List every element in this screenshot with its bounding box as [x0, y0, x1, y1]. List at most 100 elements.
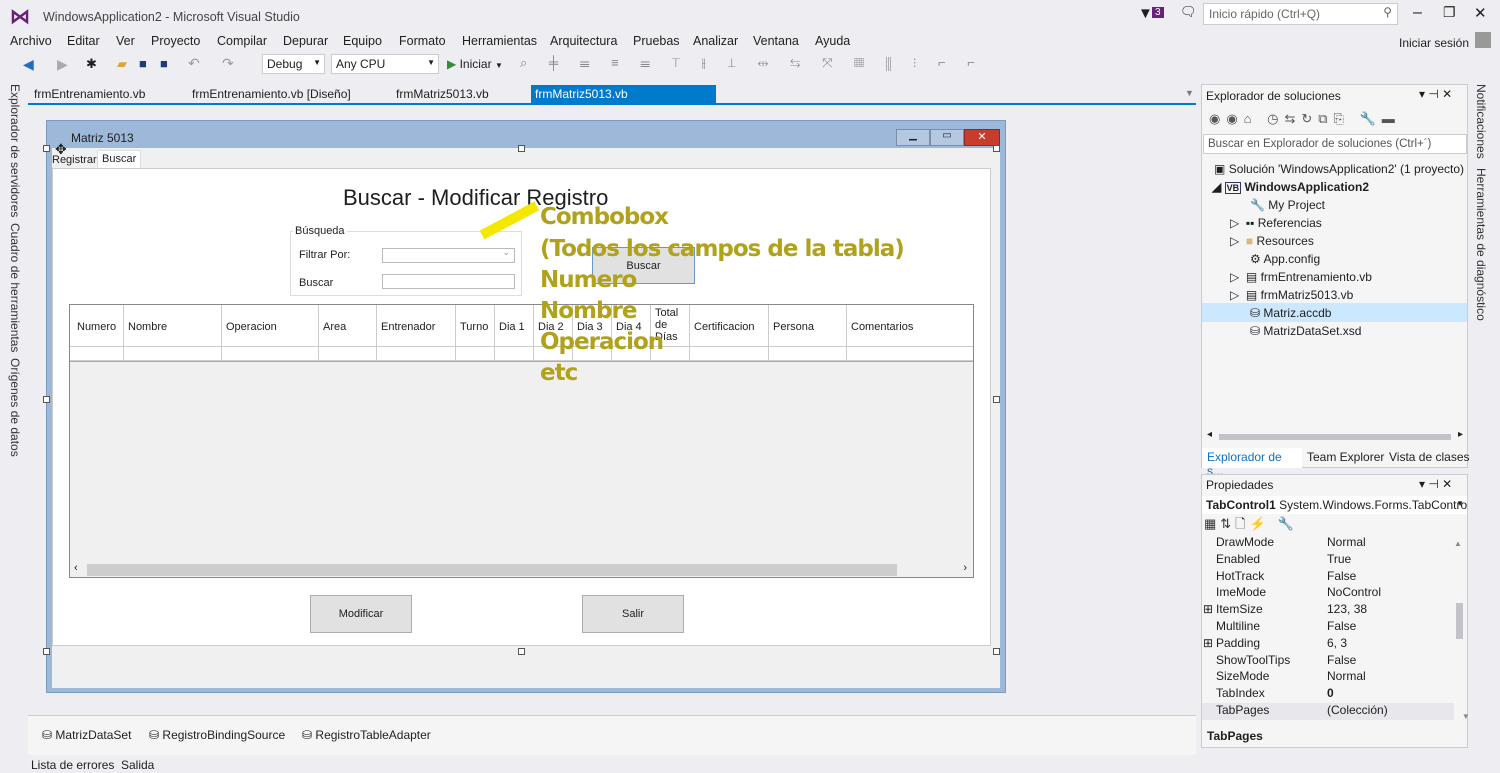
rail-tab-diagnostics[interactable]: Herramientas de diagnóstico — [1474, 168, 1488, 321]
panel-controls-icon[interactable]: ▾ ⊣ ✕ — [1419, 87, 1452, 101]
menu-compilar[interactable]: Compilar — [217, 34, 267, 48]
tree-item-matriz-accdb[interactable]: ⛁ Matriz.accdb — [1202, 303, 1467, 322]
sign-in-link[interactable]: Iniciar sesión — [1399, 36, 1469, 50]
form-minimize-icon[interactable]: ▁ — [896, 129, 930, 146]
tree-item-appconfig[interactable]: ⚙ App.config — [1250, 252, 1320, 270]
tab-solution-explorer[interactable]: Explorador de s... — [1202, 448, 1302, 478]
property-row[interactable]: TabIndex 0 — [1202, 686, 1454, 703]
property-value[interactable]: False — [1327, 619, 1356, 633]
rail-tab-notifications[interactable]: Notificaciones — [1474, 84, 1488, 159]
properties-scrollbar[interactable]: ▲ ▼ — [1454, 535, 1470, 721]
tab-frmmatriz-code[interactable]: frmMatriz5013.vb — [392, 85, 493, 104]
menu-analizar[interactable]: Analizar — [693, 34, 738, 48]
layout-toolbar-icons[interactable]: ⌕ ╪ ☰ ≡ ☰ ⊤ ⫲ ⊥ ⇹ ⇆ ⤧ ▦ ⫼ ⫶ ⌐ ⌐ — [520, 55, 984, 71]
tab-team-explorer[interactable]: Team Explorer — [1307, 450, 1384, 464]
tab-frmmatriz-design[interactable]: frmMatriz5013.vb [Diseño]⊣✕ — [531, 85, 716, 115]
property-row[interactable]: Enabled True — [1202, 552, 1454, 569]
property-row[interactable]: TabPages (Colección) — [1202, 703, 1454, 720]
redo-icon[interactable]: ↷ — [222, 55, 234, 72]
collapsed-arrow-icon[interactable]: ▷ — [1230, 234, 1239, 248]
expand-icon[interactable]: ⊞ — [1203, 602, 1213, 616]
scroll-down-icon[interactable]: ▼ — [1462, 712, 1470, 721]
tree-item-dataset-xsd[interactable]: ⛁ MatrizDataSet.xsd — [1250, 324, 1361, 342]
back-icon[interactable]: ◀ — [23, 56, 34, 73]
menu-herramientas[interactable]: Herramientas — [462, 34, 537, 48]
property-value[interactable]: 6, 3 — [1327, 636, 1347, 650]
menu-equipo[interactable]: Equipo — [343, 34, 382, 48]
resize-handle[interactable] — [518, 145, 525, 152]
scroll-left-icon[interactable]: ◂ — [1207, 429, 1212, 440]
rail-tab-datasources[interactable]: Orígenes de datos — [8, 358, 22, 457]
property-value[interactable]: True — [1327, 552, 1351, 566]
scroll-thumb[interactable] — [87, 564, 897, 576]
resize-handle[interactable] — [993, 648, 1000, 655]
start-button[interactable]: ▶ Iniciar ▼ — [447, 57, 503, 71]
menu-formato[interactable]: Formato — [399, 34, 446, 48]
grid-column-header[interactable]: Entrenador — [377, 305, 456, 361]
property-row[interactable]: DrawMode Normal — [1202, 535, 1454, 552]
solution-toolbar-icons[interactable]: ◉◉⌂ ◷⇆↻⧉⎘ 🔧▬ — [1209, 111, 1401, 127]
grid-column-header[interactable]: Turno — [456, 305, 495, 361]
menu-proyecto[interactable]: Proyecto — [151, 34, 200, 48]
tray-item-tableadapter[interactable]: ⛁ RegistroTableAdapter — [302, 728, 431, 742]
form-close-icon[interactable]: ✕ — [964, 129, 1000, 146]
property-row[interactable]: ShowToolTips False — [1202, 653, 1454, 670]
grid-column-header[interactable]: Nombre — [124, 305, 222, 361]
scroll-left-icon[interactable]: ‹ — [74, 562, 78, 574]
status-output-tab[interactable]: Salida — [121, 758, 154, 772]
tab-overflow-icon[interactable]: ▼ — [1185, 88, 1194, 98]
scroll-right-icon[interactable]: ▸ — [1458, 429, 1463, 440]
grid-column-header[interactable]: Dia 1 — [495, 305, 534, 361]
rail-tab-toolbox[interactable]: Cuadro de herramientas — [8, 223, 22, 352]
account-avatar[interactable] — [1475, 32, 1491, 48]
configuration-select[interactable]: Debug ▼ — [262, 54, 325, 74]
grid-column-header[interactable]: Comentarios — [847, 305, 973, 361]
expand-icon[interactable]: ⊞ — [1203, 636, 1213, 650]
grid-column-header[interactable]: Numero — [73, 305, 124, 361]
property-row[interactable]: SizeMode Normal — [1202, 669, 1454, 686]
properties-toolbar-icons[interactable]: ▦⇅🗋⚡ 🔧 — [1204, 515, 1298, 537]
resize-handle[interactable] — [993, 396, 1000, 403]
tab-class-view[interactable]: Vista de clases — [1389, 450, 1470, 464]
tree-item-solution[interactable]: ▣ Solución 'WindowsApplication2' (1 proy… — [1214, 162, 1464, 180]
resize-handle[interactable] — [43, 396, 50, 403]
property-value[interactable]: False — [1327, 569, 1356, 583]
menu-ver[interactable]: Ver — [116, 34, 135, 48]
tray-item-dataset[interactable]: ⛁ MatrizDataSet — [42, 728, 131, 742]
rail-tab-servers[interactable]: Explorador de servidores — [8, 84, 22, 217]
property-value[interactable]: Normal — [1327, 669, 1366, 683]
menu-editar[interactable]: Editar — [67, 34, 100, 48]
tree-item-references[interactable]: ▷ ▪▪ Referencias — [1230, 216, 1322, 234]
object-selector[interactable]: TabControl1 System.Windows.Forms.TabCont… — [1202, 496, 1467, 514]
scroll-thumb[interactable] — [1456, 603, 1463, 639]
menu-ventana[interactable]: Ventana — [753, 34, 799, 48]
scroll-thumb[interactable] — [1219, 434, 1451, 440]
tree-item-project[interactable]: ◢ VB WindowsApplication2 — [1212, 180, 1369, 198]
property-value[interactable]: 0 — [1327, 686, 1334, 700]
property-value[interactable]: 123, 38 — [1327, 602, 1367, 616]
property-row[interactable]: ImeMode NoControl — [1202, 585, 1454, 602]
horizontal-scrollbar[interactable]: ‹ › — [70, 562, 973, 577]
solution-hscrollbar[interactable]: ◂ ▸ — [1205, 429, 1465, 443]
scroll-up-icon[interactable]: ▲ — [1454, 539, 1462, 548]
notification-badge[interactable]: 3 — [1152, 7, 1164, 18]
results-grid[interactable]: Numero Nombre Operacion Area Entrenador Turno… — [69, 304, 974, 578]
property-row[interactable]: Multiline False — [1202, 619, 1454, 636]
resize-handle[interactable] — [518, 648, 525, 655]
platform-select[interactable]: Any CPU ▼ — [331, 54, 439, 74]
exit-button[interactable]: Salir — [582, 595, 684, 633]
resize-handle[interactable] — [43, 648, 50, 655]
collapsed-arrow-icon[interactable]: ▷ — [1230, 288, 1239, 302]
undo-icon[interactable]: ↶ — [188, 55, 200, 72]
expanded-arrow-icon[interactable]: ◢ — [1212, 180, 1221, 194]
move-handle-icon[interactable]: ✥ — [55, 141, 67, 158]
open-icon[interactable]: ▰ — [117, 56, 127, 72]
menu-ayuda[interactable]: Ayuda — [815, 34, 850, 48]
property-row[interactable]: ⊞ ItemSize 123, 38 — [1202, 602, 1454, 619]
tree-item-frmentrenamiento[interactable]: ▷ ▤ frmEntrenamiento.vb — [1230, 270, 1372, 288]
grid-column-header[interactable]: Operacion — [222, 305, 319, 361]
property-value[interactable]: Normal — [1327, 535, 1366, 549]
solution-search-input[interactable]: Buscar en Explorador de soluciones (Ctrl… — [1203, 134, 1467, 154]
property-value[interactable]: NoControl — [1327, 585, 1381, 599]
tree-item-resources[interactable]: ▷ ■ Resources — [1230, 234, 1314, 252]
